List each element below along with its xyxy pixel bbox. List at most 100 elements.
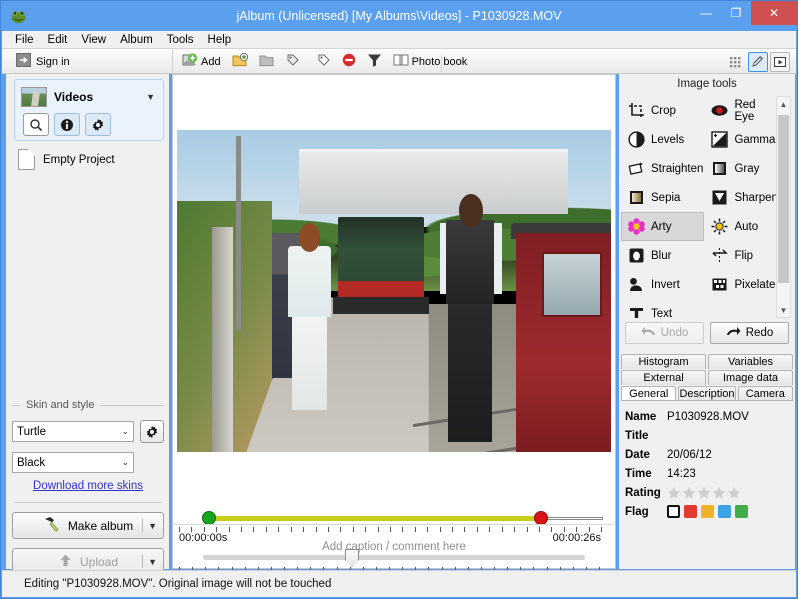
tool-arty[interactable]: Arty [621, 212, 705, 241]
metadata-value[interactable]: 14:23 [667, 468, 696, 480]
menu-help[interactable]: Help [201, 33, 239, 47]
flag-swatches[interactable] [667, 505, 748, 518]
search-icon[interactable] [23, 113, 49, 136]
album-buttons [15, 110, 163, 136]
trim-start-handle[interactable] [202, 511, 216, 525]
metadata-value[interactable]: 20/06/12 [667, 449, 712, 461]
album-header[interactable]: Videos ▼ [15, 80, 163, 110]
close-button[interactable]: ✕ [751, 1, 797, 25]
grid-view-icon[interactable] [726, 52, 746, 72]
tool-label: Sepia [651, 191, 681, 204]
trim-track-remainder[interactable] [541, 517, 603, 520]
new-folder-button[interactable] [228, 51, 252, 72]
upload-dropdown[interactable]: ▼ [142, 555, 157, 568]
video-preview[interactable] [177, 130, 611, 452]
undo-redo-row: Undo Redo [625, 322, 789, 344]
star-icon[interactable] [682, 486, 696, 500]
rating-stars[interactable] [667, 486, 741, 500]
tag-outline-button[interactable] [313, 51, 335, 72]
star-icon[interactable] [667, 486, 681, 500]
caption-input[interactable]: Add caption / comment here [174, 524, 614, 568]
flag-swatch[interactable] [684, 505, 697, 518]
menu-file[interactable]: File [8, 33, 41, 47]
tool-crop[interactable]: Crop [621, 96, 704, 125]
skin-value: Turtle [17, 425, 46, 438]
scroll-up-icon[interactable]: ▲ [777, 97, 790, 111]
skin-settings-gear-icon[interactable] [140, 420, 164, 443]
style-select[interactable]: Black ⌄ [12, 452, 134, 473]
gamma-icon [711, 131, 729, 148]
sharpen-icon [711, 189, 728, 206]
chevron-down-icon[interactable]: ▼ [146, 92, 157, 102]
star-icon[interactable] [727, 486, 741, 500]
edit-view-icon[interactable] [748, 51, 768, 72]
tool-auto[interactable]: Auto [704, 212, 778, 241]
tab-external[interactable]: External [621, 370, 706, 385]
tool-sharpen[interactable]: Sharpen [704, 183, 778, 212]
star-icon[interactable] [712, 486, 726, 500]
star-icon[interactable] [697, 486, 711, 500]
tool-levels[interactable]: Levels [621, 125, 704, 154]
tools-scrollbar[interactable]: ▲ ▼ [776, 96, 791, 318]
tool-invert[interactable]: Invert [621, 270, 704, 299]
main-toolbar: Sign in Add Photo book [2, 49, 796, 74]
make-album-dropdown[interactable]: ▼ [142, 519, 157, 532]
tab-variables[interactable]: Variables [708, 354, 793, 369]
redo-button[interactable]: Redo [710, 322, 789, 344]
tool-flip[interactable]: Flip [704, 241, 778, 270]
trim-end-handle[interactable] [534, 511, 548, 525]
menu-tools[interactable]: Tools [160, 33, 201, 47]
gear-icon[interactable] [85, 113, 111, 136]
tab-image-data[interactable]: Image data [708, 370, 793, 385]
tag-button[interactable] [282, 51, 304, 72]
add-image-icon [182, 52, 198, 71]
text-icon [628, 305, 645, 318]
auto-icon [711, 218, 728, 235]
photo-book-button[interactable]: Photo book [389, 51, 472, 72]
pixelate-icon [711, 276, 728, 293]
add-button[interactable]: Add [178, 51, 225, 72]
player-view-icon[interactable] [770, 51, 790, 72]
skin-select[interactable]: Turtle ⌄ [12, 421, 134, 442]
list-item[interactable]: Empty Project [14, 146, 164, 173]
flag-swatch[interactable] [735, 505, 748, 518]
tool-blur[interactable]: Blur [621, 241, 704, 270]
folder-button[interactable] [255, 51, 279, 72]
tool-label: Straighten [651, 162, 704, 175]
filter-button[interactable] [363, 51, 386, 72]
tool-text[interactable]: Text [621, 299, 704, 318]
undo-button[interactable]: Undo [625, 322, 704, 344]
filter-icon [367, 53, 382, 70]
minimize-button[interactable]: — [691, 1, 721, 25]
tool-gray[interactable]: Gray [704, 154, 778, 183]
flag-swatch[interactable] [718, 505, 731, 518]
info-icon[interactable] [54, 113, 80, 136]
flag-swatch[interactable] [701, 505, 714, 518]
flip-icon [711, 247, 729, 264]
sign-in-button[interactable]: Sign in [16, 52, 70, 71]
make-album-button[interactable]: Make album ▼ [12, 512, 164, 539]
app-window: jAlbum (Unlicensed) [My Albums\Videos] -… [0, 0, 798, 599]
scroll-down-icon[interactable]: ▼ [777, 303, 790, 317]
metadata-value[interactable]: P1030928.MOV [667, 411, 749, 423]
maximize-button[interactable]: ❐ [721, 1, 751, 25]
tool-sepia[interactable]: Sepia [621, 183, 704, 212]
tool-straighten[interactable]: Straighten [621, 154, 704, 183]
menu-album[interactable]: Album [113, 33, 160, 47]
scrollbar-thumb[interactable] [778, 115, 789, 283]
tool-red-eye[interactable]: Red Eye [704, 96, 778, 125]
download-skins-link[interactable]: Download more skins [12, 480, 164, 492]
tab-general[interactable]: General [621, 386, 677, 401]
trim-range-track[interactable] [209, 516, 541, 521]
flag-swatch[interactable] [667, 505, 680, 518]
tab-description[interactable]: Description [678, 386, 736, 401]
tool-pixelate[interactable]: Pixelate [704, 270, 778, 299]
menu-view[interactable]: View [74, 33, 113, 47]
video-frame-image [177, 130, 611, 452]
tool-label: Auto [734, 220, 759, 233]
menu-edit[interactable]: Edit [41, 33, 75, 47]
tab-histogram[interactable]: Histogram [621, 354, 706, 369]
tab-camera[interactable]: Camera [737, 386, 793, 401]
remove-button[interactable] [338, 51, 360, 72]
tool-gamma[interactable]: Gamma [704, 125, 778, 154]
